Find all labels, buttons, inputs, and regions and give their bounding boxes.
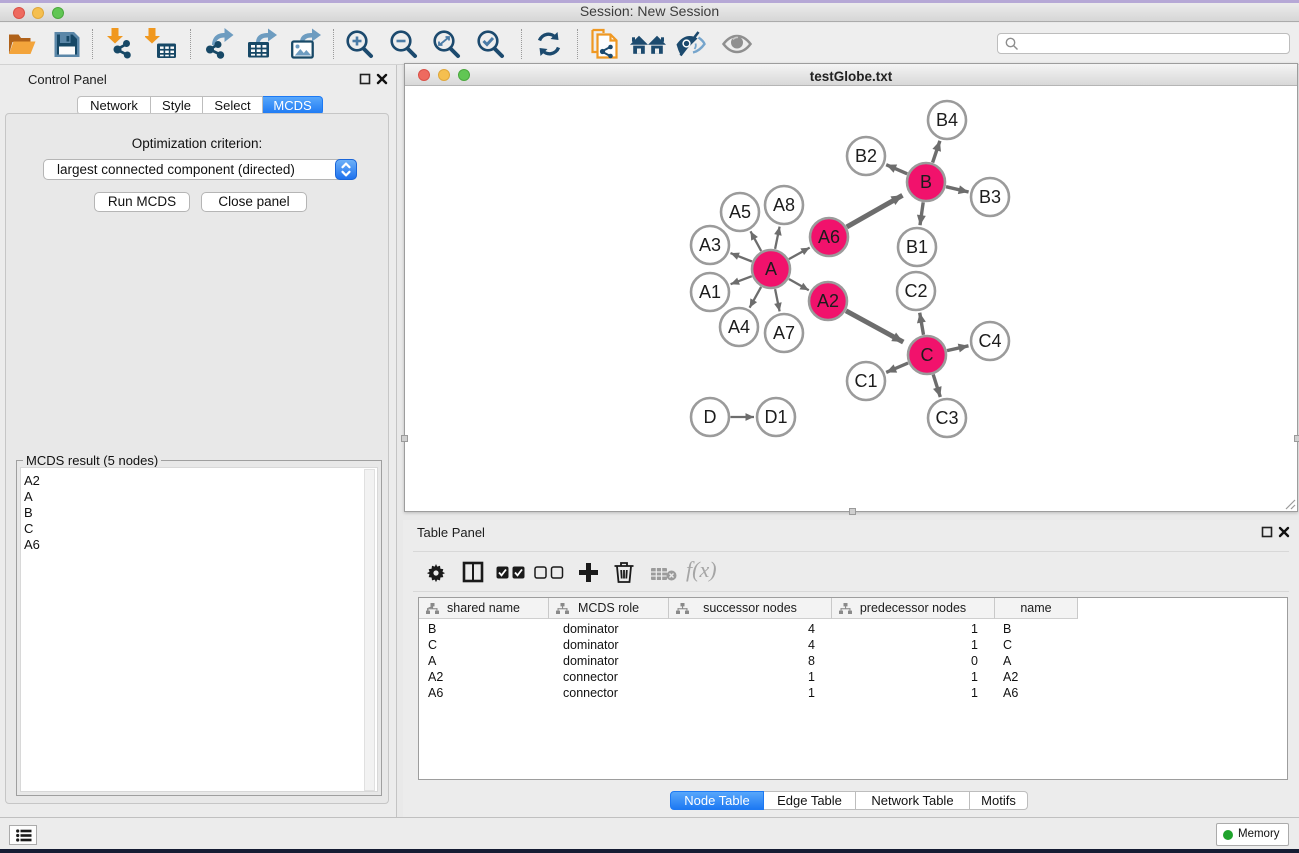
svg-text:C4: C4 [978, 331, 1001, 351]
svg-text:B1: B1 [906, 237, 928, 257]
svg-text:A4: A4 [728, 317, 750, 337]
svg-text:B2: B2 [855, 146, 877, 166]
svg-text:C: C [921, 345, 934, 365]
svg-text:A1: A1 [699, 282, 721, 302]
svg-text:D1: D1 [764, 407, 787, 427]
svg-text:B: B [920, 172, 932, 192]
svg-text:C1: C1 [854, 371, 877, 391]
svg-text:A5: A5 [729, 202, 751, 222]
svg-text:C3: C3 [935, 408, 958, 428]
svg-text:A6: A6 [818, 227, 840, 247]
svg-text:C2: C2 [904, 281, 927, 301]
svg-text:A2: A2 [817, 291, 839, 311]
svg-text:A8: A8 [773, 195, 795, 215]
svg-text:A3: A3 [699, 235, 721, 255]
svg-text:A7: A7 [773, 323, 795, 343]
svg-text:B4: B4 [936, 110, 958, 130]
svg-text:B3: B3 [979, 187, 1001, 207]
svg-text:A: A [765, 259, 777, 279]
svg-text:D: D [704, 407, 717, 427]
